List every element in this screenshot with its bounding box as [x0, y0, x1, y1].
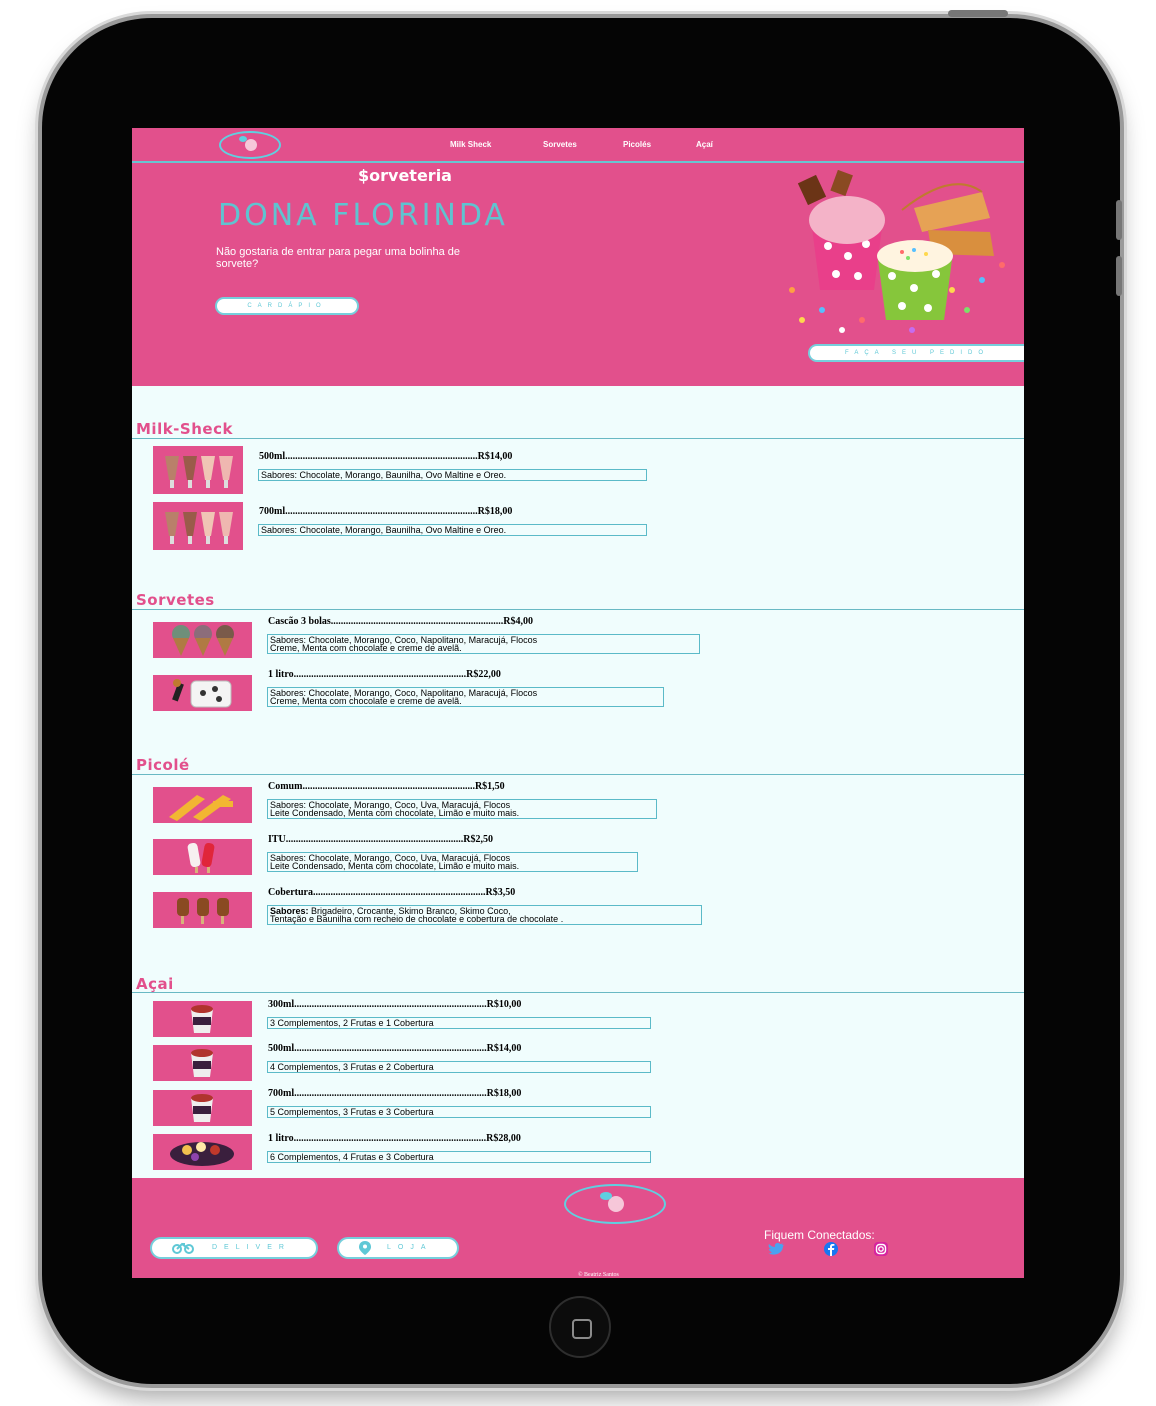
nav-link-picoles[interactable]: Picolés	[623, 140, 651, 149]
product-description: Sabores: Chocolate, Morango, Baunilha, O…	[258, 524, 647, 536]
sorvete-litro-image	[153, 675, 252, 711]
product-description: Sabores: Chocolate, Morango, Coco, Napol…	[267, 687, 664, 707]
nav-logo[interactable]	[219, 131, 281, 159]
screen: Milk Sheck Sorvetes Picolés Açaí $orvete…	[132, 128, 1024, 1278]
product-description-line: Creme, Menta com chocolate e creme de av…	[270, 696, 462, 706]
product-name: Cascão 3 bolas..........................…	[268, 616, 534, 627]
loja-label: LOJA	[387, 1244, 433, 1251]
logo-hair-icon	[239, 136, 247, 142]
nav-link-acai[interactable]: Açaí	[696, 140, 713, 149]
section-divider	[132, 609, 1024, 610]
milkshake-500-image	[153, 446, 243, 494]
product-name: 1 litro.................................…	[268, 1133, 521, 1144]
product-description: Sabores: Chocolate, Morango, Coco, Uva, …	[267, 852, 638, 872]
product-description: 4 Complementos, 3 Frutas e 2 Cobertura	[267, 1061, 651, 1073]
copyright: © Beatriz Santos	[578, 1272, 619, 1278]
instagram-icon[interactable]	[872, 1242, 890, 1256]
loja-button[interactable]: LOJA	[337, 1237, 459, 1259]
hero-kicker: $orveteria	[358, 166, 452, 185]
facebook-icon[interactable]	[822, 1242, 840, 1256]
product-description: 5 Complementos, 3 Frutas e 3 Cobertura	[267, 1106, 651, 1118]
hero-subtitle: Não gostaria de entrar para pegar uma bo…	[216, 246, 460, 270]
deliver-label: DELIVER	[212, 1244, 291, 1251]
acai-litro-image	[153, 1134, 252, 1170]
volume-down-button	[1116, 256, 1122, 296]
milkshake-glasses-icon	[165, 512, 233, 544]
product-description-line: Tentação e Baunilha com recheio de choco…	[270, 914, 564, 924]
nav-link-milk-sheck[interactable]: Milk Sheck	[450, 140, 491, 149]
pink-cup	[797, 170, 885, 290]
product-name: ITU.....................................…	[268, 834, 494, 845]
volume-up-button	[1116, 200, 1122, 240]
ice-cream-illustration	[789, 170, 1005, 333]
hero-banner: Milk Sheck Sorvetes Picolés Açaí $orvete…	[132, 128, 1024, 386]
footer-logo[interactable]	[564, 1184, 666, 1224]
product-description-line: Leite Condensado, Menta com chocolate, L…	[270, 808, 520, 818]
bike-icon	[172, 1242, 194, 1254]
picole-comum-image	[153, 787, 252, 823]
home-button[interactable]	[549, 1296, 611, 1358]
product-description: 3 Complementos, 2 Frutas e 1 Cobertura	[267, 1017, 651, 1029]
milkshake-700-image	[153, 502, 243, 550]
ice-cream-tub-icon	[172, 679, 232, 708]
acai-cup-icon	[191, 1094, 213, 1122]
nav-link-sorvetes[interactable]: Sorvetes	[543, 140, 577, 149]
popsicle-icon	[187, 842, 215, 873]
product-description: Sabores: Brigadeiro, Crocante, Skimo Bra…	[267, 905, 702, 925]
product-description: Sabores: Chocolate, Morango, Coco, Uva, …	[267, 799, 657, 819]
hero-title: DONA FLORINDA	[218, 198, 508, 233]
product-name: 1 litro.................................…	[268, 669, 501, 680]
product-name: 700ml...................................…	[259, 506, 513, 517]
twitter-icon[interactable]	[768, 1242, 786, 1256]
nav-divider	[132, 161, 1024, 163]
product-name: 700ml...................................…	[268, 1088, 522, 1099]
acai-cup-icon	[191, 1049, 213, 1077]
ice-cream-cones-icon	[172, 625, 234, 656]
logo-hair-icon	[600, 1192, 612, 1200]
product-description: Sabores: Chocolate, Morango, Coco, Napol…	[267, 634, 700, 654]
product-name: Comum...................................…	[268, 781, 505, 792]
product-name: 500ml...................................…	[259, 451, 513, 462]
deliver-button[interactable]: DELIVER	[150, 1237, 318, 1259]
section-title-acai: Açai	[136, 975, 174, 993]
footer: DELIVER LOJA Fiquem Conectados: © Beatri…	[132, 1178, 1024, 1278]
product-description: 6 Complementos, 4 Frutas e 3 Cobertura	[267, 1151, 651, 1163]
product-name: 500ml...................................…	[268, 1043, 522, 1054]
acai-300-image	[153, 1001, 252, 1037]
picole-cobertura-image	[153, 892, 252, 928]
section-divider	[132, 774, 1024, 775]
cardapio-button[interactable]: CARDÁPIO	[215, 297, 359, 315]
acai-cup-icon	[191, 1005, 213, 1033]
chocolate-popsicle-icon	[177, 898, 229, 924]
logo-face-icon	[245, 139, 257, 151]
product-description: Sabores: Chocolate, Morango, Baunilha, O…	[258, 469, 647, 481]
popsicle-icon	[169, 795, 233, 821]
section-title-picole: Picolé	[136, 756, 190, 774]
green-cup	[877, 240, 953, 320]
product-name: Cobertura...............................…	[268, 887, 516, 898]
acai-bowl-icon	[170, 1142, 234, 1166]
section-divider	[132, 992, 1024, 993]
order-button[interactable]: FAÇA SEU PEDIDO	[808, 344, 1024, 362]
power-button	[948, 10, 1008, 17]
product-description-line: Leite Condensado, Menta com chocolate, L…	[270, 861, 520, 871]
acai-500-image	[153, 1045, 252, 1081]
section-title-sorvetes: Sorvetes	[136, 591, 215, 609]
picole-itu-image	[153, 839, 252, 875]
cascao-image	[153, 622, 252, 658]
follow-text: Fiquem Conectados:	[764, 1228, 875, 1242]
acai-700-image	[153, 1090, 252, 1126]
location-pin-icon	[359, 1241, 371, 1255]
product-name: 300ml...................................…	[268, 999, 522, 1010]
milkshake-glasses-icon	[165, 456, 233, 488]
section-title-milkshake: Milk-Sheck	[136, 420, 233, 438]
product-description-line: Creme, Menta com chocolate e creme de av…	[270, 643, 462, 653]
section-divider	[132, 438, 1024, 439]
